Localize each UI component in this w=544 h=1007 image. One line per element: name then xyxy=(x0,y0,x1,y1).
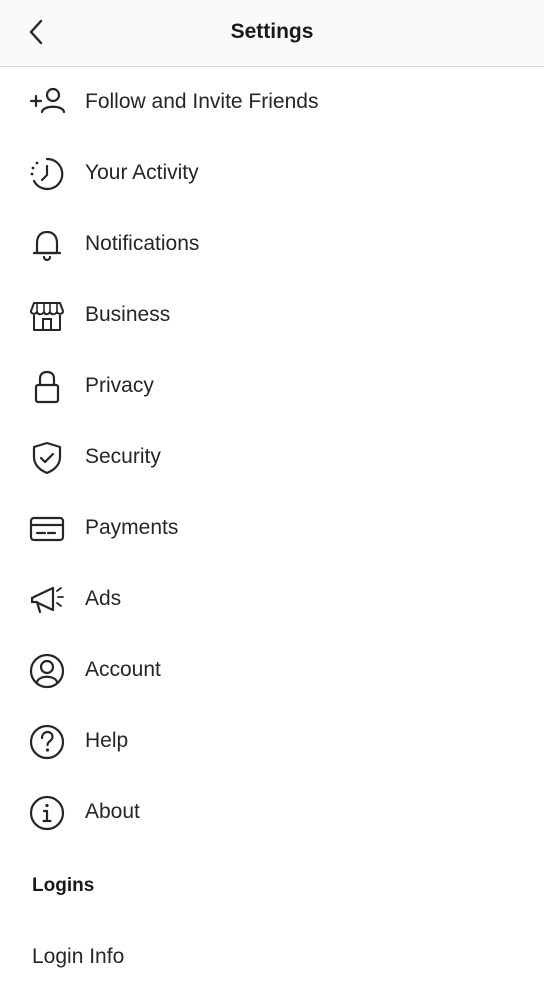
info-circle-icon xyxy=(28,794,66,832)
menu-item-label: Privacy xyxy=(85,374,154,397)
logins-section-header: Logins xyxy=(32,875,95,896)
menu-item-label: Security xyxy=(85,445,161,468)
menu-item-label: Your Activity xyxy=(85,161,199,184)
help-circle-icon xyxy=(28,723,66,761)
menu-item-about[interactable]: About xyxy=(0,777,544,847)
shield-check-icon xyxy=(28,439,66,477)
menu-item-your-activity[interactable]: Your Activity xyxy=(0,138,544,208)
menu-item-privacy[interactable]: Privacy xyxy=(0,351,544,421)
account-circle-icon xyxy=(28,652,66,690)
menu-item-label: Business xyxy=(85,303,171,326)
top-navigation-bar: Settings xyxy=(0,0,544,67)
add-person-icon xyxy=(28,84,66,122)
login-info-label: Login Info xyxy=(32,945,125,968)
menu-item-label: Account xyxy=(85,658,161,681)
menu-item-ads[interactable]: Ads xyxy=(0,564,544,634)
menu-item-label: Ads xyxy=(85,587,122,610)
megaphone-icon xyxy=(28,581,66,619)
menu-item-label: Payments xyxy=(85,516,179,539)
menu-item-label: Follow and Invite Friends xyxy=(85,90,319,113)
menu-item-label: About xyxy=(85,800,140,823)
lock-icon xyxy=(28,368,66,406)
activity-clock-icon xyxy=(28,155,66,193)
login-info-item[interactable]: Login Info xyxy=(0,925,544,989)
menu-item-label: Notifications xyxy=(85,232,200,255)
page-title: Settings xyxy=(230,20,314,43)
menu-item-notifications[interactable]: Notifications xyxy=(0,209,544,279)
credit-card-icon xyxy=(28,510,66,548)
menu-item-account[interactable]: Account xyxy=(0,635,544,705)
bell-icon xyxy=(28,226,66,264)
menu-item-security[interactable]: Security xyxy=(0,422,544,492)
menu-item-payments[interactable]: Payments xyxy=(0,493,544,563)
storefront-icon xyxy=(28,297,66,335)
menu-item-help[interactable]: Help xyxy=(0,706,544,776)
menu-item-label: Help xyxy=(85,729,129,752)
menu-item-business[interactable]: Business xyxy=(0,280,544,350)
menu-item-follow-invite-friends[interactable]: Follow and Invite Friends xyxy=(0,67,544,137)
